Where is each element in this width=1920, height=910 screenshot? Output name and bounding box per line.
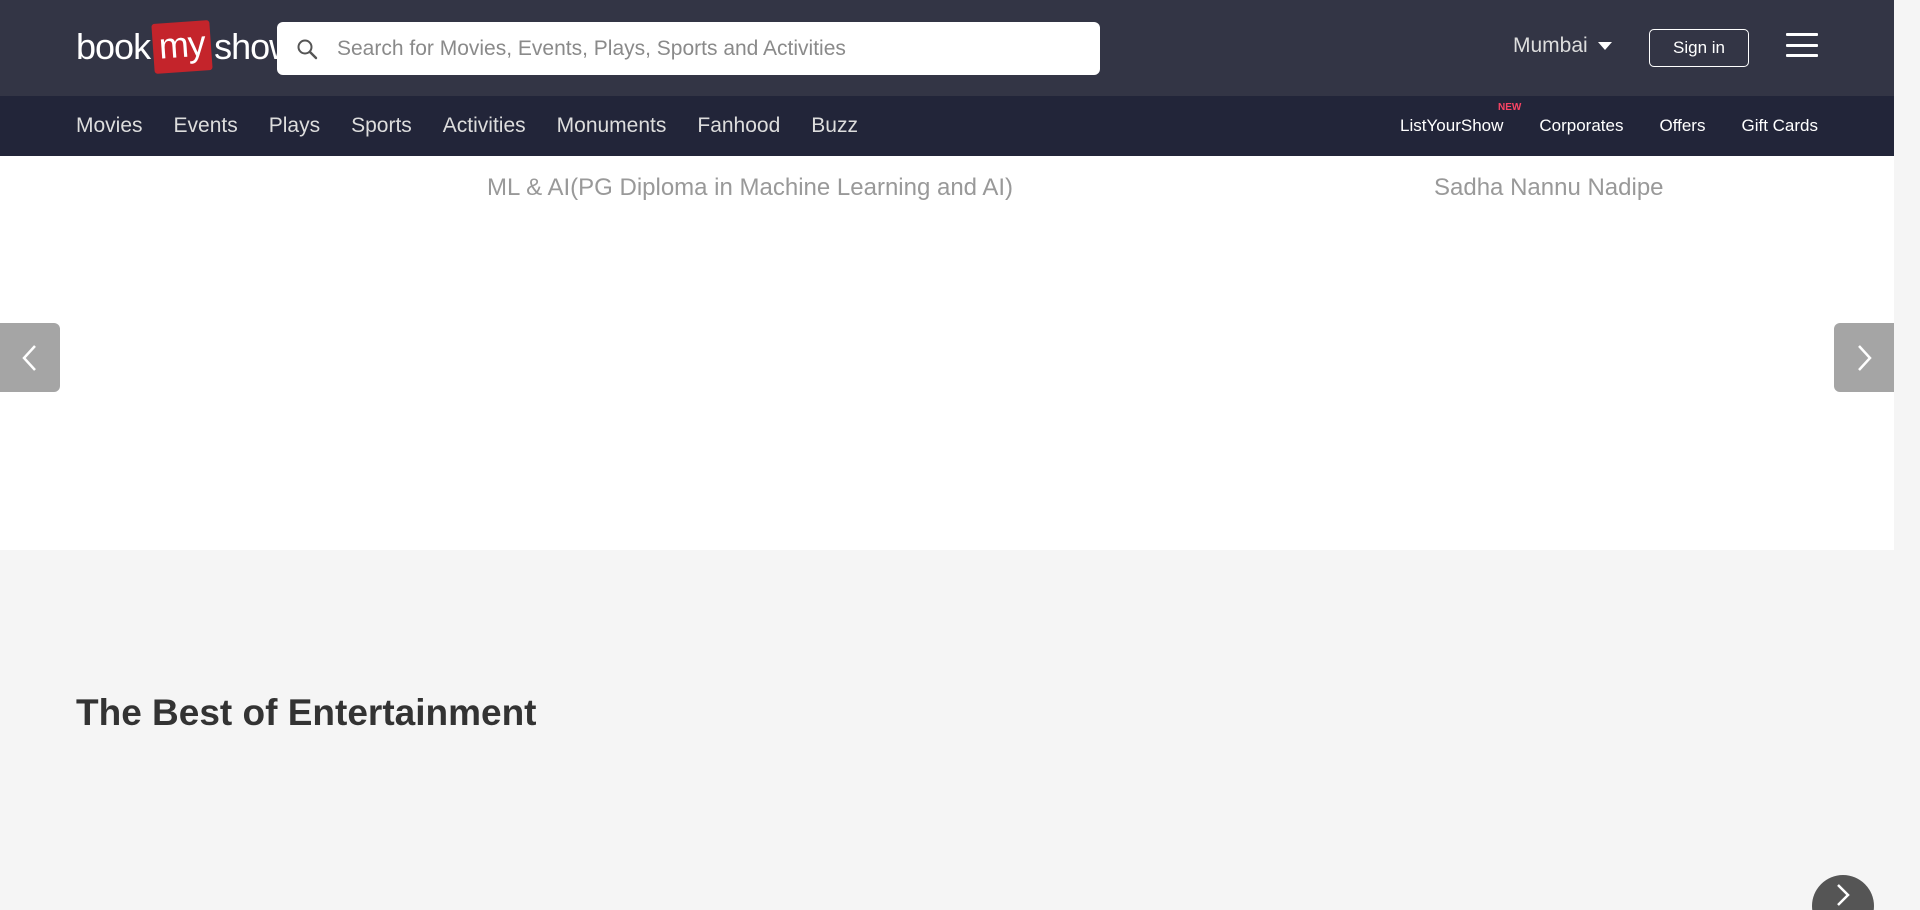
nav-link-monuments[interactable]: Monuments: [557, 114, 667, 138]
chevron-right-icon: [1837, 884, 1850, 906]
nav-link-movies[interactable]: Movies: [76, 114, 143, 138]
chevron-right-icon: [1858, 344, 1872, 371]
sign-in-button[interactable]: Sign in: [1649, 29, 1749, 67]
nav-left-links: Movies Events Plays Sports Activities Mo…: [76, 96, 858, 156]
carousel-next-button[interactable]: [1834, 323, 1894, 392]
listyourshow-label: ListYourShow: [1400, 116, 1504, 135]
top-header: book my show Mumbai Sign in: [0, 0, 1894, 96]
bookmyshow-logo[interactable]: book my show: [76, 20, 295, 74]
nav-link-events[interactable]: Events: [174, 114, 238, 138]
carousel-slide-title[interactable]: ML & AI(PG Diploma in Machine Learning a…: [487, 174, 1013, 202]
section-next-button[interactable]: [1812, 875, 1874, 910]
city-label: Mumbai: [1513, 34, 1588, 57]
hamburger-menu-icon[interactable]: [1786, 33, 1818, 57]
logo-text-my: my: [151, 20, 213, 74]
nav-link-listyourshow[interactable]: ListYourShow NEW: [1400, 102, 1521, 136]
chevron-down-icon: [1597, 42, 1612, 50]
logo-text-book: book: [76, 26, 151, 67]
page-scrollbar[interactable]: [1894, 0, 1920, 910]
nav-link-fanhood[interactable]: Fanhood: [697, 114, 780, 138]
city-selector[interactable]: Mumbai: [1513, 34, 1612, 58]
carousel-prev-button[interactable]: [0, 323, 60, 392]
search-icon: [277, 38, 337, 60]
nav-link-sports[interactable]: Sports: [351, 114, 412, 138]
carousel-slide-title[interactable]: Sadha Nannu Nadipe: [1434, 174, 1664, 202]
nav-link-buzz[interactable]: Buzz: [811, 114, 858, 138]
nav-right-links: ListYourShow NEW Corporates Offers Gift …: [1400, 96, 1818, 156]
search-input[interactable]: [337, 36, 1077, 61]
section-title: The Best of Entertainment: [76, 692, 537, 733]
nav-link-plays[interactable]: Plays: [269, 114, 320, 138]
nav-bar: Movies Events Plays Sports Activities Mo…: [0, 96, 1894, 156]
nav-link-gift-cards[interactable]: Gift Cards: [1741, 116, 1818, 136]
nav-link-activities[interactable]: Activities: [443, 114, 526, 138]
new-badge: NEW: [1498, 102, 1522, 113]
banner-carousel: ML & AI(PG Diploma in Machine Learning a…: [0, 156, 1894, 550]
search-bar[interactable]: [277, 22, 1100, 75]
nav-link-offers[interactable]: Offers: [1659, 116, 1705, 136]
nav-link-corporates[interactable]: Corporates: [1539, 116, 1623, 136]
chevron-left-icon: [22, 344, 36, 371]
